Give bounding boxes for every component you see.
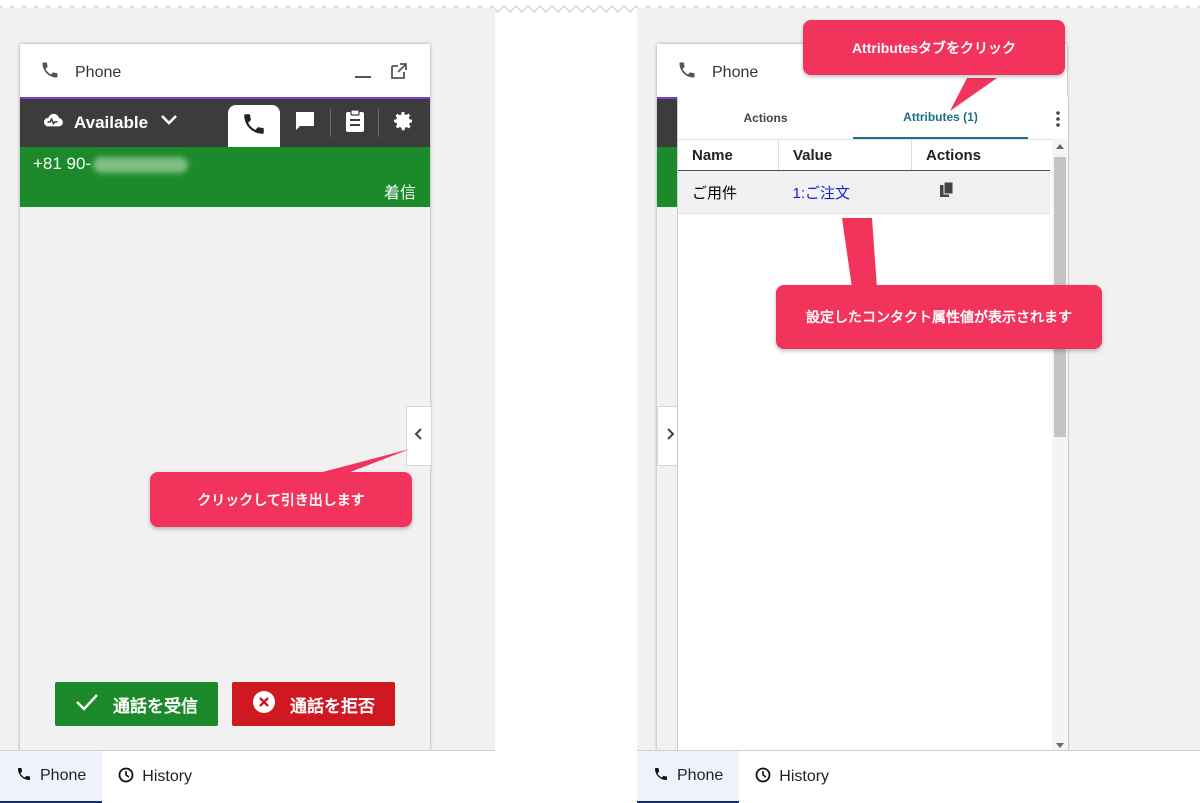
phone-icon (16, 766, 32, 787)
left-screenshot-pane: Phone Available +81 90- 着信 通話を受信 通話を拒否 ク… (0, 8, 495, 750)
callout-pointer-left (315, 449, 410, 474)
bottom-tab-history-label: History (779, 768, 830, 785)
callout-pull-drawer: クリックして引き出します (150, 472, 412, 527)
callout-pointers-right (842, 78, 997, 288)
bottom-tab-phone-label: Phone (40, 767, 87, 784)
right-screenshot-pane: Phone Actions Attributes (1) Name Value … (637, 8, 1200, 750)
bottom-tab-history[interactable]: History (739, 751, 845, 803)
bottom-nav-right: Phone History (637, 750, 1200, 803)
bottom-tab-phone[interactable]: Phone (637, 751, 740, 803)
bottom-tab-phone[interactable]: Phone (0, 751, 103, 803)
clock-icon (755, 767, 771, 788)
phone-icon (653, 766, 669, 787)
callout-click-attributes: Attributesタブをクリック (803, 20, 1065, 75)
bottom-tab-history[interactable]: History (102, 751, 208, 803)
bottom-tab-phone-label: Phone (677, 767, 724, 784)
bottom-nav-left: Phone History (0, 750, 495, 803)
bottom-tab-history-label: History (142, 768, 193, 785)
callout-attribute-shown: 設定したコンタクト属性値が表示されます (776, 285, 1102, 349)
clock-icon (118, 767, 134, 788)
